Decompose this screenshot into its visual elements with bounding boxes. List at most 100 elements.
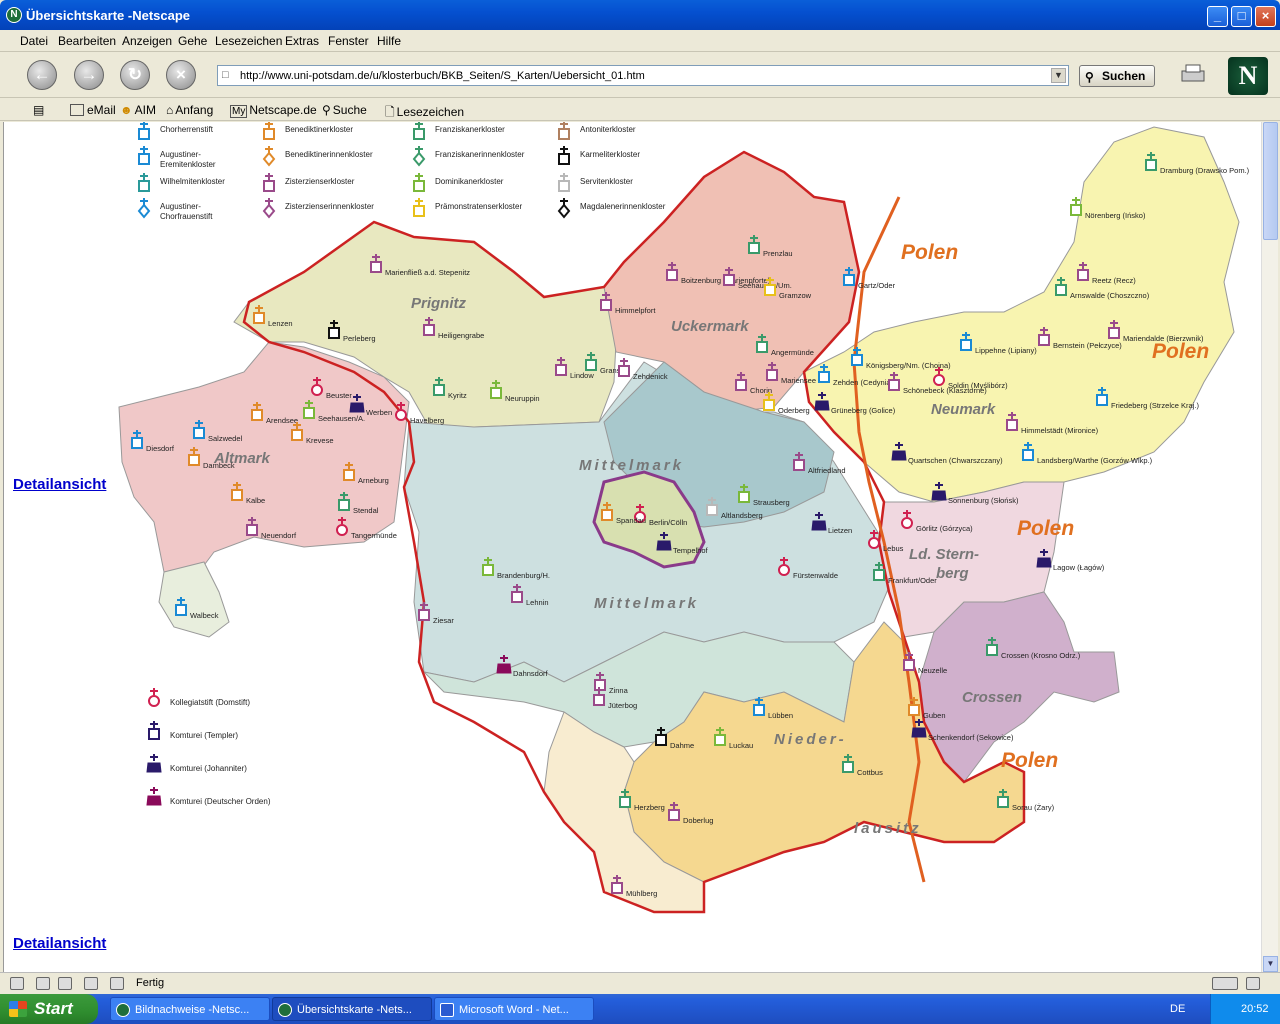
place-label: Lebus [883, 544, 904, 553]
place-label: Spandau [616, 516, 646, 525]
legend-item: Komturei (Templer) [148, 721, 238, 740]
language-indicator[interactable]: DE [1170, 1003, 1185, 1015]
netscape-status-icon[interactable] [10, 977, 24, 990]
place-label: Salzwedel [208, 434, 243, 443]
menu-anzeigen[interactable]: Anzeigen [122, 34, 172, 48]
legend-label: Benediktinerinnenkloster [285, 150, 373, 159]
legend-other: Kollegiatstift (Domstift) Komturei (Templ… [146, 688, 271, 806]
legend-item: Zisterzienserinnenkloster [262, 198, 374, 219]
security-lock-icon [1246, 977, 1260, 990]
stop-icon[interactable]: × [166, 60, 196, 90]
search-icon: ⚲ [1085, 70, 1094, 84]
place-label: Bernstein (Pełczyce) [1053, 341, 1122, 350]
menu-extras[interactable]: Extras [285, 34, 319, 48]
place-label: Gramzow [779, 291, 812, 300]
place-label: Brandenburg/H. [497, 571, 550, 580]
legend-label: Zisterzienserkloster [285, 177, 355, 186]
legend-item: Komturei (Johanniter) [146, 754, 247, 773]
place-label: Dahnsdorf [513, 669, 549, 678]
legend-label: Chorherrenstift [160, 125, 214, 134]
place-label: Herzberg [634, 803, 665, 812]
place-label: Nörenberg (Ińsko) [1085, 211, 1146, 220]
legend-label: Chorfrauenstift [160, 212, 213, 221]
place-label: Landsberg/Warthe (Gorzów Wlkp.) [1037, 456, 1153, 465]
minimize-button[interactable]: _ [1207, 6, 1228, 27]
tabs-icon[interactable]: ▤ [33, 103, 44, 117]
menu-lesezeichen[interactable]: Lesezeichen [215, 34, 282, 48]
my-icon: My [230, 105, 248, 118]
forward-icon[interactable]: → [74, 60, 104, 90]
place-label: Görlitz (Górzyca) [916, 524, 973, 533]
composer-status-icon[interactable] [84, 977, 98, 990]
legend-item: Zisterzienserkloster [263, 173, 355, 192]
menu-hilfe[interactable]: Hilfe [377, 34, 401, 48]
detail-link-bottom[interactable]: Detailansicht [13, 935, 106, 952]
start-button[interactable]: Start [0, 994, 98, 1024]
place-label: Himmelstädt (Mironice) [1021, 426, 1099, 435]
region-label-lausitz: lausitz [854, 820, 922, 837]
region-label-prignitz: Prignitz [411, 295, 466, 312]
reload-icon[interactable]: ↻ [120, 60, 150, 90]
url-bar[interactable]: □ ▼ [217, 65, 1069, 86]
legend-item: Antoniterkloster [558, 122, 636, 140]
place-label: Beuster [326, 391, 352, 400]
pb-suche[interactable]: ⚲ Suche [322, 103, 367, 117]
place-label: Dambeck [203, 461, 235, 470]
back-icon[interactable]: ← [27, 60, 57, 90]
menu-datei[interactable]: Datei [20, 34, 48, 48]
pb-lesezeichen[interactable]: 🗋 Lesezeichen [385, 103, 464, 124]
task-bildnachweise[interactable]: Bildnachweise -Netsc... [110, 997, 270, 1021]
search-button[interactable]: ⚲ Suchen [1079, 65, 1155, 87]
legend-label: Eremitenkloster [160, 160, 216, 169]
netscape-task-icon [278, 1003, 292, 1017]
maximize-button[interactable]: □ [1231, 6, 1252, 27]
region-neumark [803, 126, 1240, 503]
print-icon[interactable] [1180, 63, 1206, 85]
title-bar: N Übersichtskarte -Netscape _ □ × [0, 0, 1280, 30]
bookmark-icon: 🗋 [385, 105, 395, 119]
url-input[interactable] [240, 67, 1040, 84]
pb-aim[interactable]: ☻ AIM [120, 103, 156, 117]
url-dropdown-icon[interactable]: ▼ [1051, 68, 1066, 83]
pb-netscape-de[interactable]: My Netscape.de [230, 103, 317, 118]
mail-icon [70, 104, 84, 116]
place-label: Dahme [670, 741, 694, 750]
menu-fenster[interactable]: Fenster [328, 34, 369, 48]
close-button[interactable]: × [1255, 6, 1276, 27]
place-label: Luckau [729, 741, 753, 750]
legend-label: Komturei (Johanniter) [170, 764, 247, 773]
detail-link-top[interactable]: Detailansicht [13, 476, 106, 493]
place-label: Diesdorf [146, 444, 175, 453]
vertical-scrollbar[interactable]: ▼ [1261, 122, 1278, 972]
address-book-status-icon[interactable] [110, 977, 124, 990]
netscape-logo-icon[interactable]: N [1228, 57, 1268, 95]
place-label: Altfriedland [808, 466, 846, 475]
task-uebersichtskarte[interactable]: Übersichtskarte -Nets... [272, 997, 432, 1021]
pb-anfang[interactable]: ⌂ Anfang [166, 103, 213, 117]
place-label: Himmelpfort [615, 306, 656, 315]
scroll-down-icon[interactable]: ▼ [1263, 956, 1278, 972]
place-label: Angermünde [771, 348, 814, 357]
region-label-uckermark: Uckermark [671, 318, 749, 335]
legend-item: Servitenkloster [558, 173, 633, 192]
place-label: Seehausen/A. [318, 414, 365, 423]
menu-bearbeiten[interactable]: Bearbeiten [58, 34, 116, 48]
place-label: Grüneberg (Golice) [831, 406, 896, 415]
place-label: Marienfließ a.d. Stepenitz [385, 268, 470, 277]
place-label: Neuzelle [918, 666, 947, 675]
scrollbar-thumb[interactable] [1263, 122, 1278, 240]
pb-email[interactable]: eMail [70, 103, 116, 117]
windows-logo-icon [9, 1001, 27, 1017]
place-label: Guben [923, 711, 946, 720]
menu-gehe[interactable]: Gehe [178, 34, 207, 48]
legend-item: Prämonstratenserkloster [413, 198, 522, 217]
place-label: Werben [366, 408, 392, 417]
place-label: Tempelhof [673, 546, 709, 555]
mail-status-icon[interactable] [36, 977, 50, 990]
aim-status-icon[interactable] [58, 977, 72, 990]
legend-label: Kollegiatstift (Domstift) [170, 698, 250, 707]
legend-item: Dominikanerkloster [413, 173, 504, 192]
task-word[interactable]: Microsoft Word - Net... [434, 997, 594, 1021]
word-task-icon [440, 1003, 454, 1017]
legend-label: Benediktinerkloster [285, 125, 353, 134]
